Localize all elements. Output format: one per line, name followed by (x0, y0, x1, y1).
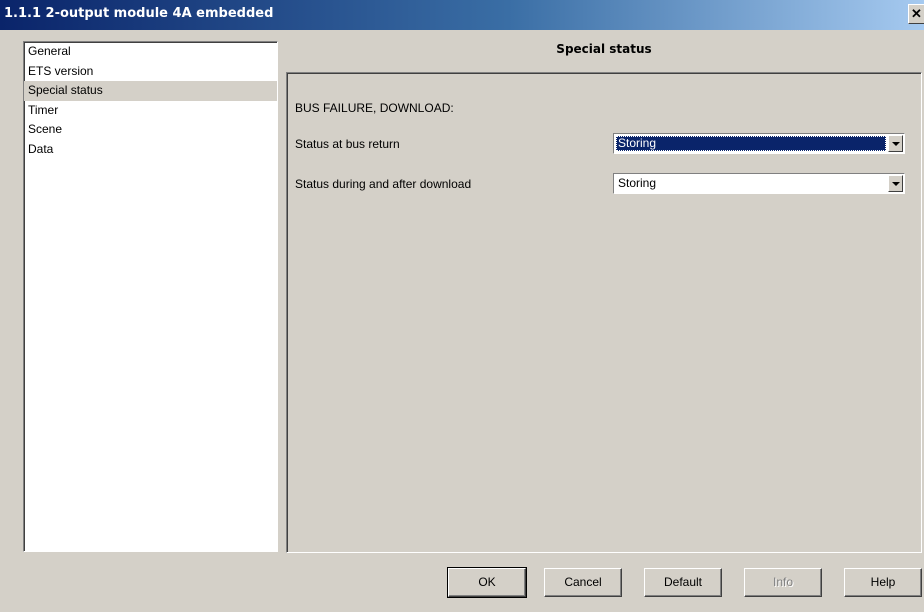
parameter-panel: BUS FAILURE, DOWNLOAD: Status at bus ret… (286, 72, 922, 553)
nav-item-data[interactable]: Data (24, 140, 277, 160)
status-download-value: Storing (618, 176, 657, 190)
close-icon: ✕ (911, 6, 922, 21)
chevron-down-icon[interactable] (888, 135, 903, 152)
nav-item-ets-version[interactable]: ETS version (24, 62, 277, 82)
parameter-tree[interactable]: General ETS version Special status Timer… (23, 41, 278, 552)
nav-item-timer[interactable]: Timer (24, 101, 277, 121)
help-button[interactable]: Help (844, 568, 922, 597)
status-bus-return-value: Storing (616, 136, 886, 151)
title-bar: 1.1.1 2-output module 4A embedded ✕ (0, 0, 924, 30)
ok-button[interactable]: OK (447, 567, 527, 598)
default-button[interactable]: Default (644, 568, 722, 597)
nav-item-special-status[interactable]: Special status (24, 81, 277, 101)
page-title: Special status (556, 42, 652, 56)
section-heading: BUS FAILURE, DOWNLOAD: (295, 101, 454, 115)
cancel-button[interactable]: Cancel (544, 568, 622, 597)
status-download-select[interactable]: Storing (613, 173, 905, 194)
nav-item-general[interactable]: General (24, 42, 277, 62)
status-bus-return-label: Status at bus return (295, 137, 400, 151)
window-title: 1.1.1 2-output module 4A embedded (4, 6, 274, 21)
status-download-label: Status during and after download (295, 177, 472, 191)
status-bus-return-select[interactable]: Storing (613, 133, 905, 154)
close-button[interactable]: ✕ (908, 4, 924, 24)
info-button[interactable]: Info (744, 568, 822, 597)
nav-item-scene[interactable]: Scene (24, 120, 277, 140)
chevron-down-icon[interactable] (888, 175, 903, 192)
